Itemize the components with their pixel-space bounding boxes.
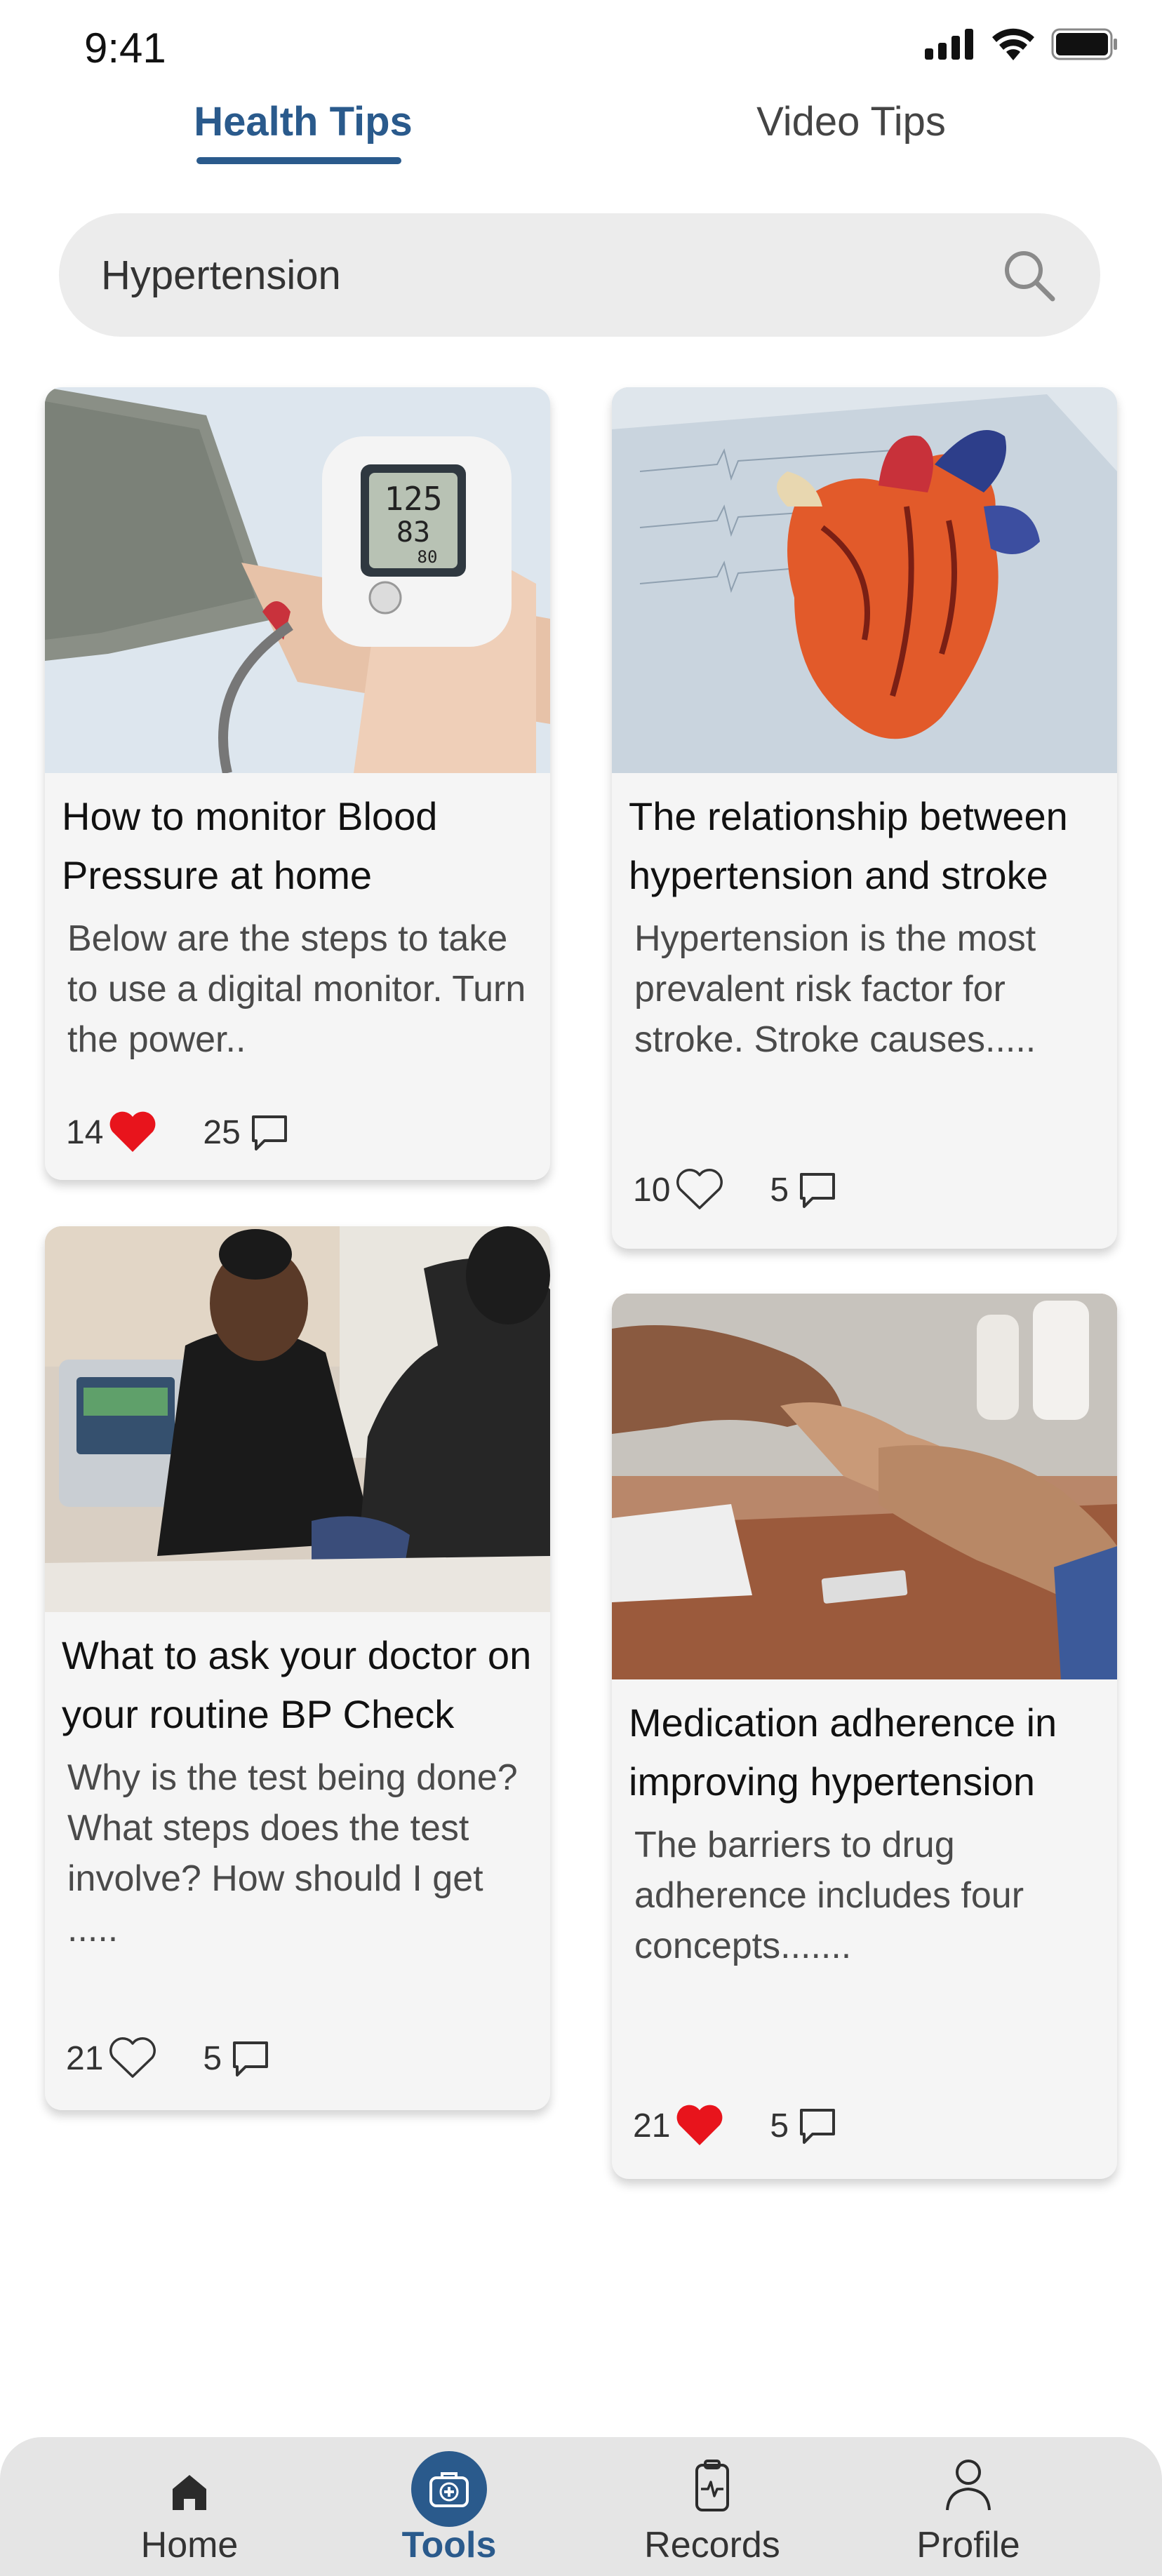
nav-records[interactable]: Records [621, 2437, 803, 2576]
card-title: The relationship between hypertension an… [629, 794, 1068, 897]
bottom-navigation: Home Tools Records Profile [0, 2437, 1162, 2576]
comments-count: 25 [203, 1113, 241, 1151]
search-icon[interactable] [1001, 247, 1057, 303]
card-meta: 10 5 [633, 1167, 838, 1212]
svg-text:125: 125 [384, 480, 442, 518]
heart-filled-icon[interactable] [107, 1110, 158, 1155]
tip-card[interactable]: Medication adherence in improving hypert… [612, 1294, 1117, 2179]
tip-card[interactable]: The relationship between hypertension an… [612, 387, 1117, 1249]
card-title: How to monitor Blood Pressure at home [62, 794, 438, 897]
search-bar[interactable] [59, 213, 1100, 337]
heart-model-image [612, 387, 1117, 773]
svg-text:80: 80 [418, 547, 438, 567]
nav-label-profile: Profile [916, 2525, 1020, 2565]
comments-count: 5 [770, 1171, 789, 1209]
comment-icon[interactable] [797, 1170, 838, 1209]
card-meta: 14 25 [66, 1110, 290, 1155]
tab-video-tips[interactable]: Video Tips [676, 98, 1027, 145]
card-title: What to ask your doctor on your routine … [62, 1633, 532, 1736]
card-title: Medication adherence in improving hypert… [629, 1700, 1057, 1804]
card-description: Why is the test being done? What steps d… [67, 1757, 518, 1950]
nav-home[interactable]: Home [98, 2437, 281, 2576]
card-description: Below are the steps to take to use a dig… [67, 918, 526, 1060]
nurse-bp-check-image [45, 1226, 550, 1612]
card-meta: 21 5 [66, 2036, 271, 2081]
user-icon [946, 2460, 991, 2511]
home-icon [173, 2475, 206, 2510]
clipboard-heartbeat-icon [695, 2460, 729, 2511]
svg-text:83: 83 [396, 516, 430, 549]
heart-outline-icon[interactable] [107, 2036, 158, 2081]
heart-filled-icon[interactable] [674, 2103, 725, 2148]
comment-icon[interactable] [249, 1113, 290, 1152]
status-time: 9:41 [84, 25, 166, 72]
comments-count: 5 [203, 2039, 222, 2077]
card-meta: 21 5 [633, 2103, 838, 2148]
comments-count: 5 [770, 2107, 789, 2145]
wifi-icon [992, 28, 1034, 60]
card-description: The barriers to drug adherence includes … [634, 1825, 1024, 1966]
tip-card[interactable]: 125 83 80 How to monitor Blood Pressure … [45, 387, 550, 1180]
active-tab-indicator [196, 157, 401, 164]
tab-health-tips[interactable]: Health Tips [128, 98, 479, 145]
likes-count: 21 [633, 2107, 671, 2145]
card-description: Hypertension is the most prevalent risk … [634, 918, 1036, 1060]
battery-icon [1051, 28, 1117, 60]
status-bar: 9:41 [0, 0, 1162, 98]
medication-hands-image [612, 1294, 1117, 1679]
nav-label-tools: Tools [401, 2525, 497, 2565]
tip-card[interactable]: What to ask your doctor on your routine … [45, 1226, 550, 2110]
comment-icon[interactable] [230, 2039, 271, 2078]
comment-icon[interactable] [797, 2106, 838, 2145]
nav-tools[interactable]: Tools [358, 2437, 540, 2576]
nav-label-home: Home [140, 2525, 239, 2565]
likes-count: 14 [66, 1113, 104, 1151]
likes-count: 10 [633, 1171, 671, 1209]
heart-outline-icon[interactable] [674, 1167, 725, 1212]
search-input[interactable] [101, 213, 985, 337]
medical-kit-icon [429, 2472, 469, 2507]
blood-pressure-monitor-image: 125 83 80 [45, 387, 550, 773]
likes-count: 21 [66, 2039, 104, 2077]
status-icons [925, 28, 1118, 60]
nav-label-records: Records [644, 2525, 780, 2565]
tab-bar: Health Tips Video Tips [0, 98, 1162, 175]
nav-profile[interactable]: Profile [877, 2437, 1060, 2576]
cellular-signal-icon [925, 29, 973, 60]
